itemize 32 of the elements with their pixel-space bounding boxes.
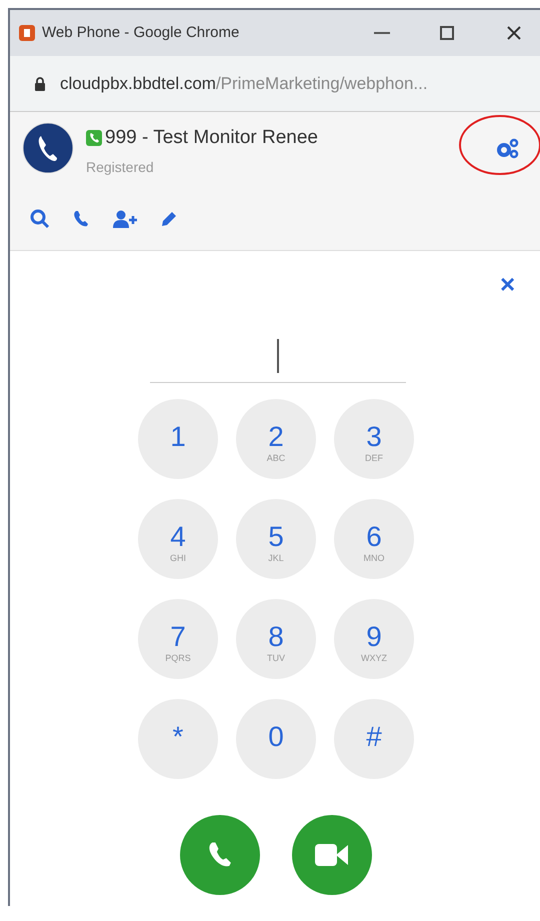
dial-key[interactable]: # [334,699,414,779]
dial-key[interactable]: 4 GHI [138,499,218,579]
phone-avatar-icon [22,122,74,174]
text-cursor [277,339,279,373]
search-icon[interactable] [30,209,50,229]
phone-icon[interactable] [72,210,90,228]
pencil-icon[interactable] [160,210,178,228]
dial-key[interactable]: 0 [236,699,316,779]
add-contact-icon[interactable] [112,210,138,228]
address-bar[interactable]: cloudpbx.bbdtel.com/PrimeMarketing/webphon... [10,56,540,112]
app-icon [18,24,36,42]
url-text: cloudpbx.bbdtel.com/PrimeMarketing/webphon... [60,72,428,95]
dial-key[interactable]: 5 JKL [236,499,316,579]
dial-key[interactable]: 6 MNO [334,499,414,579]
lock-icon [34,76,46,90]
settings-icon[interactable] [495,136,521,160]
account-name: 999 - Test Monitor Renee [105,126,318,150]
close-icon[interactable] [506,25,522,41]
close-button[interactable]: × [500,271,516,297]
dial-key[interactable]: 1 [138,399,218,479]
number-input[interactable] [150,339,406,383]
registration-status: Registered [86,158,155,177]
dial-key[interactable]: 8 TUV [236,599,316,679]
maximize-icon[interactable] [440,26,454,40]
phone-badge-icon [86,130,102,146]
window-title: Web Phone - Google Chrome [42,22,240,43]
dial-key[interactable]: 7 PQRS [138,599,218,679]
dial-key[interactable]: 3 DEF [334,399,414,479]
video-camera-icon [314,842,350,868]
dial-key[interactable]: 2 ABC [236,399,316,479]
dial-key[interactable]: 9 WXYZ [334,599,414,679]
dial-key[interactable]: * [138,699,218,779]
